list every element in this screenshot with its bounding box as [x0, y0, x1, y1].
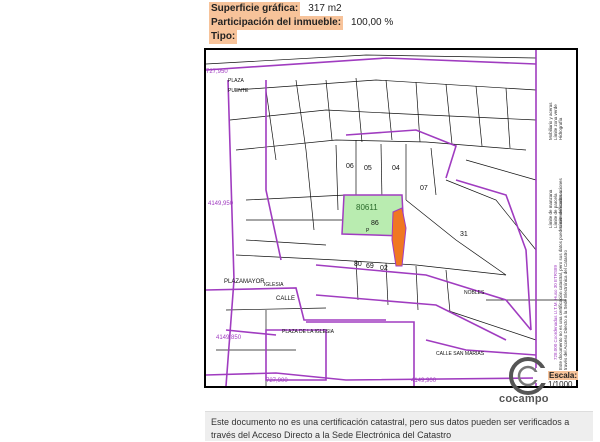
logo-text: cocampo — [499, 393, 549, 405]
neighbor-80: 80 — [354, 261, 362, 268]
property-info: Superficie gráfica: 317 m2 Participación… — [209, 2, 393, 44]
disclaimer-notice: Este documento no es una certificación c… — [205, 411, 593, 441]
participation-value: 100,00 % — [351, 17, 394, 28]
street-label-iglesia: IGLESIA — [264, 282, 284, 288]
side-note-2: través del Acceso Directo a la Sede Elec… — [563, 249, 568, 370]
coord-top-left: 727,950 — [206, 69, 228, 75]
street-label-nobles: NOBLES — [464, 290, 485, 296]
street-label-plazamayor: PLAZAMAYOR — [224, 279, 265, 285]
selected-building — [391, 207, 407, 267]
street-label-calle: CALLE — [276, 296, 295, 302]
participation-row: Participación del inmueble: 100,00 % — [209, 16, 393, 30]
coord-bottom-1: 727,900 — [266, 378, 288, 384]
parcel-id-label: 80611 — [356, 203, 378, 212]
street-label-puente: PUENTE — [228, 88, 249, 94]
coord-left-1: 4149,950 — [208, 201, 234, 207]
cadastral-map[interactable]: 80611 86 P 06 05 04 07 31 80 69 02 CALLE… — [204, 48, 578, 388]
neighbor-07: 07 — [420, 185, 428, 192]
type-row: Tipo: — [209, 30, 393, 44]
surface-row: Superficie gráfica: 317 m2 — [209, 2, 393, 16]
surface-value: 317 m2 — [308, 3, 342, 14]
notice-line-1: Este documento no es una certificación c… — [211, 417, 570, 427]
participation-label: Participación del inmueble: — [209, 16, 344, 30]
coord-left-2: 4149,850 — [216, 335, 242, 341]
street-label-plaza: PLAZA — [228, 78, 245, 84]
neighbor-31: 31 — [460, 231, 468, 238]
coord-bottom-2: 4149,900 — [411, 378, 437, 384]
legend-6: Hidrografía — [558, 117, 563, 140]
neighbor-05: 05 — [364, 165, 372, 172]
notice-line-2: través del Acceso Directo a la Sede Elec… — [211, 430, 452, 440]
legend: Límite de manzana Límite de parcela Lími… — [548, 102, 568, 370]
neighbor-06: 06 — [346, 163, 354, 170]
neighbor-69: 69 — [366, 263, 374, 270]
neighbor-04: 04 — [392, 165, 400, 172]
plot-number-label: 86 — [371, 220, 379, 227]
street-label-plaza-iglesia: PLAZA DE LA IGLESIA — [282, 329, 335, 335]
type-label: Tipo: — [209, 30, 238, 44]
street-label-calle-san: CALLE SAN MARIAS — [436, 351, 485, 357]
neighbor-02: 02 — [380, 265, 388, 272]
surface-label: Superficie gráfica: — [209, 2, 301, 16]
